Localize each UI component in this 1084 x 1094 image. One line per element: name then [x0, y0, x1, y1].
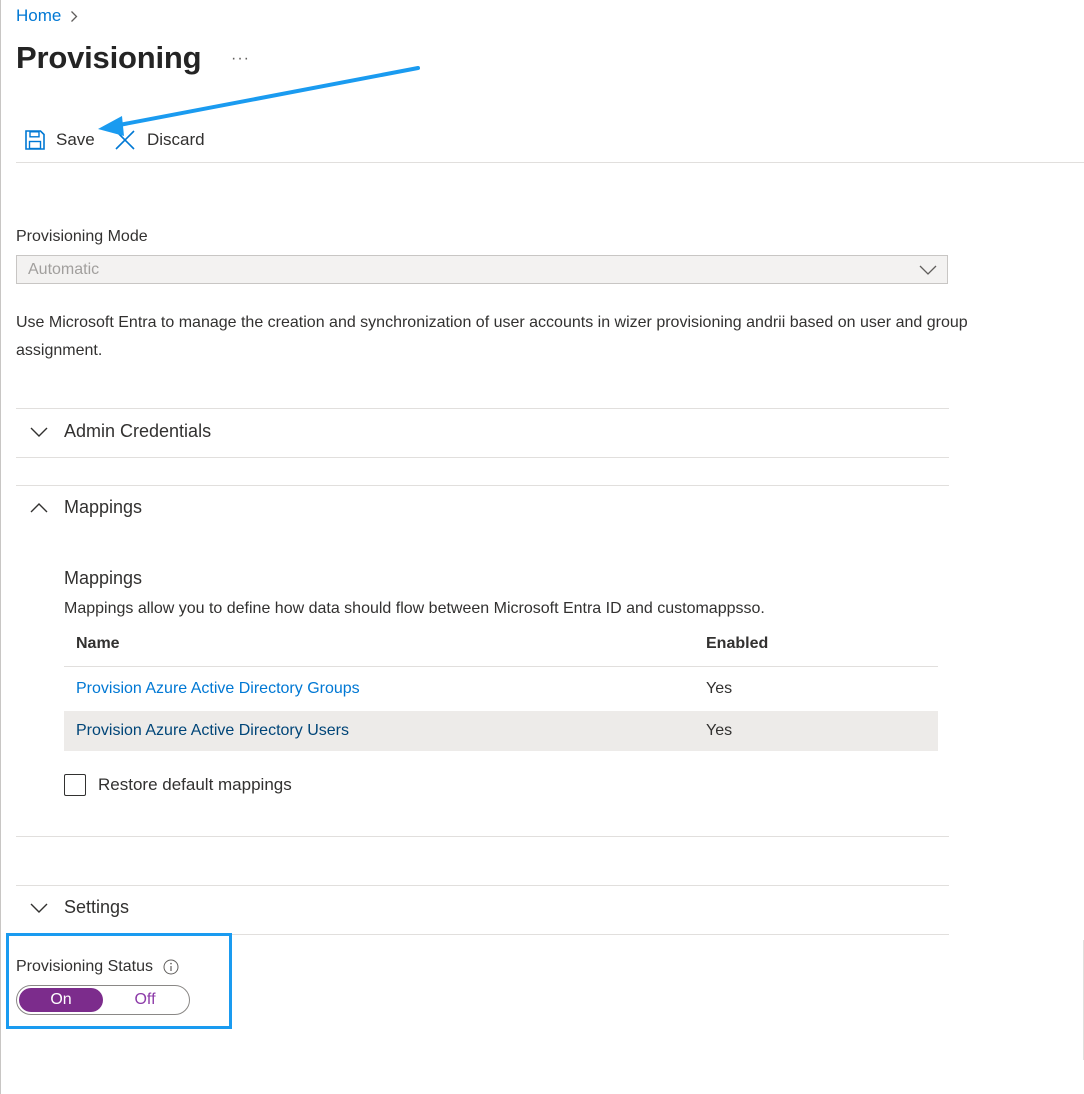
discard-button[interactable]: Discard [113, 125, 205, 155]
admin-credentials-section-header[interactable]: Admin Credentials [30, 421, 211, 442]
floppy-disk-icon [25, 130, 45, 150]
provisioning-status-toggle[interactable]: On Off [16, 985, 190, 1015]
chevron-down-icon [30, 903, 48, 913]
section-divider [16, 836, 949, 837]
provisioning-mode-label: Provisioning Mode [16, 228, 148, 245]
column-header-name: Name [76, 635, 120, 652]
provisioning-description: Use Microsoft Entra to manage the creati… [16, 314, 968, 359]
page-title: Provisioning [16, 40, 202, 75]
admin-credentials-label: Admin Credentials [64, 421, 212, 441]
provisioning-status-label-row: Provisioning Status [16, 958, 179, 976]
section-divider [16, 457, 949, 458]
mappings-section-label: Mappings [64, 497, 143, 517]
breadcrumb-home-link[interactable]: Home [16, 6, 61, 26]
annotation-arrow [98, 66, 420, 136]
discard-button-label: Discard [147, 130, 205, 149]
chevron-up-icon [30, 502, 48, 512]
provisioning-status-label: Provisioning Status [16, 958, 153, 975]
restore-default-mappings-label: Restore default mappings [98, 775, 292, 794]
breadcrumb: Home [16, 6, 78, 26]
more-options-button[interactable]: ··· [231, 50, 250, 68]
save-button-label: Save [56, 130, 95, 149]
column-header-enabled: Enabled [706, 635, 769, 652]
mapping-enabled-cell: Yes [706, 722, 733, 739]
chevron-down-icon [919, 265, 937, 275]
table-header-row: Name Enabled [64, 622, 938, 667]
section-divider [16, 885, 949, 886]
mappings-description: Mappings allow you to define how data sh… [64, 600, 765, 617]
mapping-link-users[interactable]: Provision Azure Active Directory Users [76, 722, 349, 739]
info-icon[interactable] [163, 959, 179, 975]
provisioning-mode-dropdown[interactable]: Automatic [16, 255, 948, 284]
section-divider [16, 408, 949, 409]
toolbar-divider [16, 162, 1084, 163]
mapping-enabled-cell: Yes [706, 680, 733, 697]
toggle-on-option[interactable]: On [19, 988, 103, 1012]
settings-section-label: Settings [64, 897, 130, 917]
section-divider [16, 934, 949, 935]
mapping-name-cell: Provision Azure Active Directory Users [64, 722, 706, 740]
provisioning-mode-value: Automatic [28, 260, 100, 278]
table-row[interactable]: Provision Azure Active Directory Users Y… [64, 711, 938, 751]
save-button[interactable]: Save [24, 125, 95, 155]
blade-left-border [0, 0, 1, 1094]
toggle-off-option[interactable]: Off [103, 991, 187, 1009]
mapping-link-groups[interactable]: Provision Azure Active Directory Groups [76, 680, 360, 697]
mappings-subtitle: Mappings [64, 568, 143, 588]
close-icon [115, 130, 135, 150]
restore-default-mappings-option[interactable]: Restore default mappings [64, 774, 292, 796]
mapping-name-cell: Provision Azure Active Directory Groups [64, 680, 706, 698]
chevron-right-icon [70, 10, 78, 23]
mappings-table: Name Enabled Provision Azure Active Dire… [64, 622, 938, 751]
mappings-section-header[interactable]: Mappings [30, 497, 142, 518]
table-row[interactable]: Provision Azure Active Directory Groups … [64, 667, 938, 711]
section-divider [16, 485, 949, 486]
restore-default-mappings-checkbox[interactable] [64, 774, 86, 796]
settings-section-header[interactable]: Settings [30, 897, 129, 918]
chevron-down-icon [30, 427, 48, 437]
